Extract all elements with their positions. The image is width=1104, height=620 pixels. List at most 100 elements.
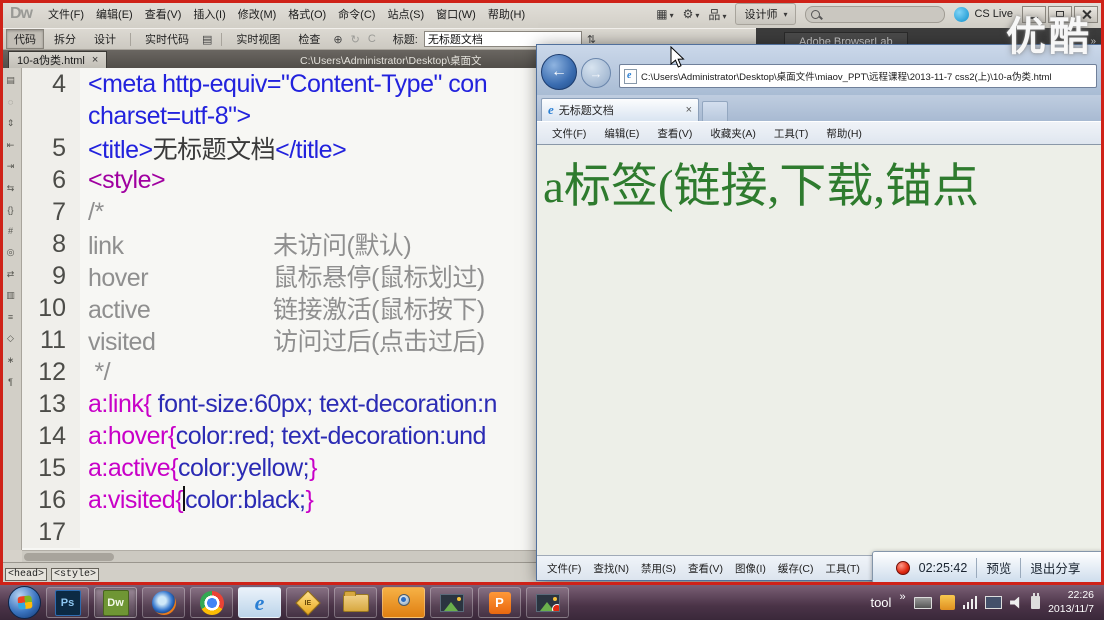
keyboard-icon[interactable] [914, 597, 932, 609]
taskbar-p-app[interactable]: P [478, 587, 521, 618]
volume-icon[interactable] [1010, 597, 1023, 609]
live-view-button[interactable]: 实时视图 [228, 29, 288, 49]
expand-all-icon[interactable]: ⇕ [3, 117, 19, 130]
new-tab-button[interactable] [702, 101, 728, 121]
code-view-options-icon[interactable]: ▤ [199, 33, 215, 46]
dw-menu-item-3[interactable]: 插入(I) [187, 6, 231, 22]
extend-icon[interactable]: ⚙▾ [683, 7, 700, 21]
site-icon[interactable]: 品▾ [708, 6, 726, 23]
dev-toolbar-item-5[interactable]: 缓存(C) [772, 561, 820, 576]
recent-snippets-icon[interactable]: ∗ [3, 354, 19, 367]
collapse-selection-icon[interactable]: ⇥ [3, 160, 19, 173]
dev-toolbar-item-6[interactable]: 工具(T) [820, 561, 866, 576]
code-view-button[interactable]: 代码 [6, 29, 44, 49]
refresh-icon[interactable]: ↻ [348, 33, 363, 46]
code-text[interactable]: a:visited{color:black;} [80, 486, 313, 515]
tag-selector-1[interactable]: <style> [51, 568, 99, 581]
split-view-button[interactable]: 拆分 [46, 29, 84, 49]
collapse-full-tag-icon[interactable]: ⇤ [3, 139, 19, 152]
taskbar-ie[interactable]: e [238, 587, 281, 618]
browser-menu-item-4[interactable]: 工具(T) [765, 126, 817, 141]
code-text[interactable]: <title>无标题文档</title> [80, 130, 346, 166]
code-text[interactable]: <style> [80, 166, 165, 195]
validate-icon[interactable]: C [365, 33, 379, 45]
code-text[interactable]: visited访问过后(点击过后) [80, 322, 485, 358]
tab-close-icon[interactable]: × [92, 54, 98, 66]
code-text[interactable]: active链接激活(鼠标按下) [80, 290, 485, 326]
back-button[interactable]: ← [541, 54, 577, 90]
page-link[interactable]: a标签(链接,下载,锚点 [543, 147, 1103, 216]
hidden-characters-icon[interactable]: ◇ [3, 332, 19, 345]
tray-expander-icon[interactable]: » [899, 591, 905, 603]
taskbar-camera-app[interactable] [382, 587, 425, 618]
document-tab[interactable]: 10-a伪类.html × [8, 51, 107, 68]
display-icon[interactable] [985, 596, 1002, 609]
dw-menu-item-7[interactable]: 站点(S) [381, 6, 430, 22]
dw-menu-item-8[interactable]: 窗口(W) [430, 6, 482, 22]
dw-menu-item-4[interactable]: 修改(M) [232, 6, 283, 22]
taskbar-firefox[interactable] [142, 587, 185, 618]
dw-menu-item-0[interactable]: 文件(F) [42, 6, 90, 22]
code-text[interactable]: a:active{color:yellow;} [80, 454, 317, 483]
word-wrap-icon[interactable]: ⇄ [3, 268, 19, 281]
taskbar-dreamweaver[interactable]: Dw [94, 587, 137, 618]
code-text[interactable]: */ [80, 358, 110, 387]
select-parent-tag-icon[interactable]: ⇆ [3, 182, 19, 195]
live-code-button[interactable]: 实时代码 [137, 29, 197, 49]
dev-toolbar-item-4[interactable]: 图像(I) [729, 561, 772, 576]
dw-menu-item-6[interactable]: 命令(C) [332, 6, 381, 22]
code-text[interactable]: a:link{ font-size:60px; text-decoration:… [80, 390, 497, 419]
layout-icon[interactable]: ▦▾ [656, 7, 673, 21]
preview-globe-icon[interactable]: ⊕ [330, 33, 345, 46]
dw-menu-item-2[interactable]: 查看(V) [139, 6, 188, 22]
dw-menu-item-5[interactable]: 格式(O) [282, 6, 332, 22]
power-plug-icon[interactable] [1031, 596, 1040, 609]
workspace-switcher[interactable]: 设计师 ▾ [735, 3, 796, 25]
dw-menu-item-1[interactable]: 编辑(E) [90, 6, 139, 22]
taskbar-ietester[interactable]: IE [286, 587, 329, 618]
show-head-content-icon[interactable]: ◌ [3, 96, 19, 109]
scrollbar-thumb[interactable] [24, 553, 114, 561]
exit-share-button[interactable]: 退出分享 [1030, 558, 1080, 577]
dev-toolbar-item-1[interactable]: 查找(N) [587, 561, 635, 576]
browser-menu-item-5[interactable]: 帮助(H) [817, 126, 871, 141]
tab-close-icon[interactable]: × [686, 104, 692, 116]
line-numbers-icon[interactable]: # [3, 225, 19, 238]
code-text[interactable]: /* [80, 198, 104, 227]
ime-icon[interactable] [940, 595, 955, 610]
taskbar-explorer[interactable] [334, 587, 377, 618]
tag-selector-0[interactable]: <head> [5, 568, 47, 581]
code-text[interactable]: <meta http-equiv="Content-Type" con [80, 70, 487, 99]
dev-toolbar-item-0[interactable]: 文件(F) [541, 561, 587, 576]
inspect-button[interactable]: 检查 [290, 29, 328, 49]
address-bar[interactable]: C:\Users\Administrator\Desktop\桌面文件\miao… [619, 64, 1097, 88]
dw-menu-item-9[interactable]: 帮助(H) [482, 6, 531, 22]
code-text[interactable]: a:hover{color:red; text-decoration:und [80, 422, 486, 451]
cs-live-button[interactable]: CS Live [954, 7, 1013, 22]
code-text[interactable]: hover鼠标悬停(鼠标划过) [80, 258, 485, 294]
browser-menu-item-1[interactable]: 编辑(E) [595, 126, 648, 141]
clock[interactable]: 22:26 2013/11/7 [1048, 589, 1094, 616]
network-signal-icon[interactable] [963, 596, 978, 609]
syntax-coloring-icon[interactable]: ▥ [3, 289, 19, 302]
move-css-rule-icon[interactable]: ¶ [3, 375, 19, 388]
browser-tab[interactable]: e 无标题文档 × [541, 98, 699, 121]
search-input[interactable] [805, 6, 945, 23]
open-documents-icon[interactable]: ▤ [3, 74, 19, 87]
taskbar-image-app[interactable] [430, 587, 473, 618]
preview-button[interactable]: 预览 [986, 558, 1011, 577]
auto-indent-icon[interactable]: ≡ [3, 311, 19, 324]
start-button[interactable] [8, 586, 41, 619]
forward-button[interactable]: → [581, 58, 611, 88]
taskbar-chrome[interactable] [190, 587, 233, 618]
taskbar-photoshop[interactable]: Ps [46, 587, 89, 618]
design-view-button[interactable]: 设计 [86, 29, 124, 49]
highlight-invalid-code-icon[interactable]: ◎ [3, 246, 19, 259]
dev-toolbar-item-2[interactable]: 禁用(S) [635, 561, 682, 576]
browser-menu-item-2[interactable]: 查看(V) [648, 126, 701, 141]
code-text[interactable]: charset=utf-8"> [80, 102, 251, 131]
balance-braces-icon[interactable]: {} [3, 203, 19, 216]
dev-toolbar-item-3[interactable]: 查看(V) [682, 561, 729, 576]
browser-menu-item-0[interactable]: 文件(F) [543, 126, 595, 141]
taskbar-capture-app[interactable] [526, 587, 569, 618]
